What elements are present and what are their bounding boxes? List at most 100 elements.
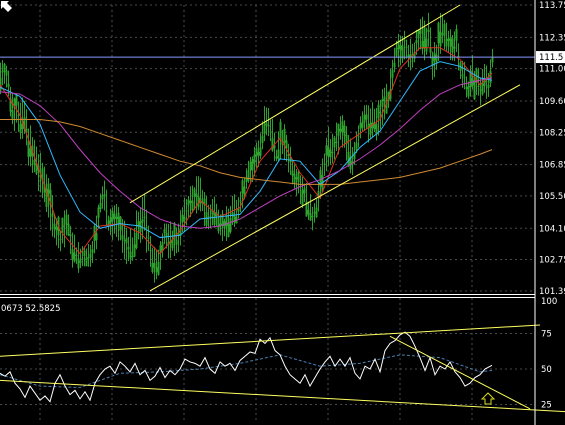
candle-body: [361, 121, 364, 128]
candle-body: [391, 69, 394, 78]
candle-body: [217, 217, 220, 232]
candle-body: [479, 89, 482, 91]
candle-body: [195, 193, 198, 197]
candle-body: [15, 94, 18, 106]
indicator-main-line: [0, 331, 493, 403]
candle-body: [17, 114, 20, 116]
candle-body: [229, 217, 232, 232]
candle-body: [329, 149, 332, 158]
indicator-readout: 0673 52.5825: [1, 304, 60, 314]
candle-body: [333, 137, 336, 148]
candle-body: [439, 31, 442, 47]
candle-body: [295, 177, 298, 180]
candle-body: [277, 149, 280, 159]
candle-body: [97, 207, 100, 218]
candle-body: [429, 47, 432, 53]
indicator-signal-line: [0, 354, 493, 388]
candle-body: [447, 38, 450, 41]
up-arrow-icon: [480, 392, 496, 405]
candle-body: [249, 161, 252, 171]
candle-body: [85, 257, 88, 267]
candle-body: [205, 212, 208, 226]
candle-body: [477, 85, 480, 87]
candle-body: [77, 258, 80, 269]
indicator-trendlines: [0, 324, 565, 413]
candle-body: [449, 37, 452, 47]
candle-body: [263, 124, 266, 135]
candle-body: [293, 173, 296, 183]
candle-body: [121, 235, 124, 240]
candle-body: [489, 70, 492, 84]
candle-body: [337, 123, 340, 136]
candle-body: [163, 229, 166, 233]
candle-body: [291, 170, 294, 176]
candle-body: [79, 260, 82, 263]
candle-body: [83, 250, 86, 257]
candle-body: [301, 190, 304, 206]
candle-body: [65, 214, 68, 225]
candle-body: [67, 223, 70, 236]
candle-body: [343, 125, 346, 136]
price-tick-label: 106.85: [539, 161, 565, 171]
candle-body: [473, 80, 476, 100]
candle-body: [383, 96, 386, 102]
candle-body: [175, 239, 178, 246]
candle-body: [399, 45, 402, 51]
ma-slow-line: [0, 77, 493, 229]
candle-body: [95, 232, 98, 241]
candle-body: [125, 238, 128, 244]
candle-body: [427, 29, 430, 33]
candle-body: [411, 60, 414, 62]
candle-body: [355, 142, 358, 150]
candle-body: [261, 135, 264, 143]
candle-body: [339, 128, 342, 132]
price-tick-label: 101.39: [539, 287, 565, 297]
candle-body: [341, 121, 344, 133]
candle-body: [309, 213, 312, 221]
candle-body: [213, 213, 216, 225]
candle-body: [7, 83, 10, 88]
price-tick-label: 108.25: [539, 128, 565, 138]
candle-body: [377, 104, 380, 119]
candle-body: [393, 62, 396, 68]
candle-body: [19, 124, 22, 134]
indicator-panel: [0, 298, 565, 423]
candle-body: [87, 257, 90, 259]
price-tick-label: 111.00: [539, 65, 565, 75]
candle-body: [127, 246, 130, 250]
candle-body: [81, 258, 84, 260]
candle-body: [5, 70, 8, 76]
candle-body: [307, 209, 310, 215]
candle-body: [47, 183, 50, 194]
moving-averages: [0, 47, 493, 255]
price-tick-label: 112.35: [539, 33, 565, 43]
candle-body: [55, 226, 58, 231]
candle-body: [131, 256, 134, 258]
price-tick-label: 105.50: [539, 192, 565, 202]
candle-body: [265, 122, 268, 126]
candle-body: [359, 123, 362, 129]
indicator-tick-label: 25: [541, 401, 552, 411]
candle-body: [461, 74, 464, 77]
candle-body: [463, 77, 466, 79]
candle-body: [269, 131, 272, 133]
chart-canvas: 113.75 112.35 111.00 109.60 108.25 106.85 105.…: [0, 0, 565, 425]
current-price-label: 111.5: [539, 53, 563, 63]
candle-body: [325, 145, 328, 156]
indicator-tick-label: 100: [541, 297, 557, 307]
candle-body: [147, 237, 150, 239]
indicator-trendline: [0, 379, 565, 413]
candle-body: [425, 38, 428, 52]
candle-body: [33, 160, 36, 166]
candle-body: [91, 249, 94, 254]
candle-body: [241, 180, 244, 194]
candle-body: [303, 188, 306, 194]
candle-body: [143, 216, 146, 218]
candle-body: [135, 232, 138, 248]
candle-body: [419, 29, 422, 34]
candle-body: [29, 148, 32, 157]
candle-body: [253, 154, 256, 164]
indicator-axis: 100 75 50 25: [541, 297, 557, 411]
candle-body: [381, 99, 384, 107]
channel-lines: [129, 4, 521, 292]
